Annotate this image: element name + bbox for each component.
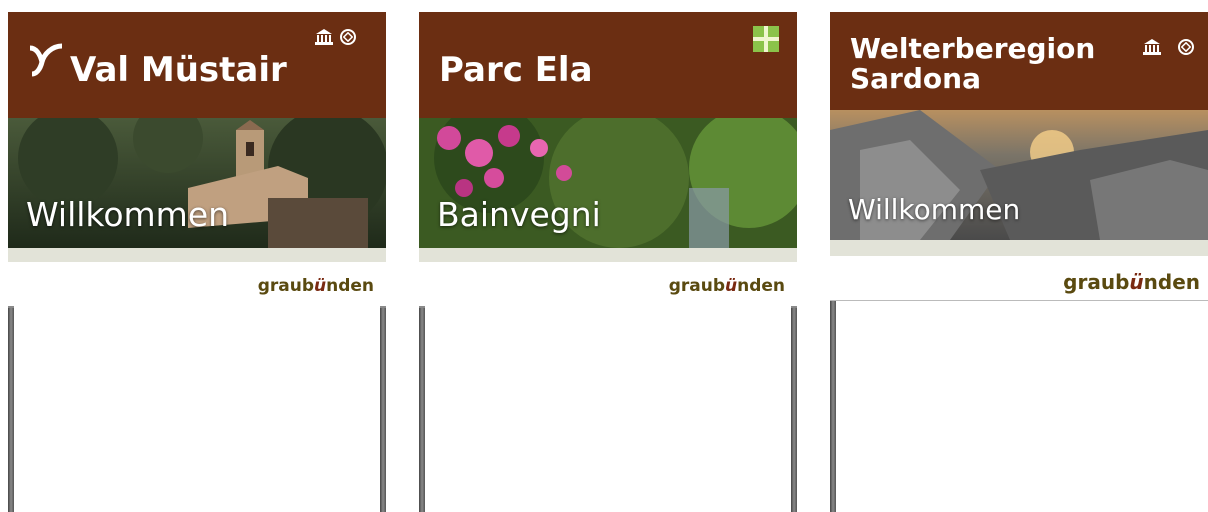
graubuenden-logo: graubünden <box>669 276 785 296</box>
brand-suffix: nden <box>1143 270 1200 294</box>
sign-header: Welterberegion Sardona <box>830 12 1208 110</box>
brand-prefix: graub <box>1063 270 1130 294</box>
sign-band <box>8 248 386 262</box>
unesco-icon <box>1143 39 1161 55</box>
unesco-icon <box>315 29 333 45</box>
welcome-text: Willkommen <box>848 193 1021 226</box>
sign-val-muestair: Val Müstair Willkommen graubünden <box>8 0 386 512</box>
brand-row: graubünden <box>419 262 797 308</box>
world-heritage-icon <box>340 29 356 45</box>
graubuenden-logo: graubünden <box>1063 270 1200 294</box>
brand-mark: ü <box>313 276 327 296</box>
hero-image-church: Willkommen <box>8 118 386 248</box>
sign-sardona: Welterberegion Sardona Willkommen graubü… <box>830 0 1208 512</box>
graubuenden-logo: graubünden <box>258 276 374 296</box>
sign-band <box>419 248 797 262</box>
sign-lower-panel <box>14 306 380 512</box>
brand-row: graubünden <box>8 262 386 308</box>
sign-title: Welterberegion Sardona <box>850 32 1096 95</box>
sign-parc-ela: Parc Ela Bainvegni graubünden <box>419 0 797 512</box>
brand-prefix: graub <box>257 276 314 296</box>
sign-title: Parc Ela <box>439 50 593 90</box>
sign-lower-panel <box>836 306 1208 512</box>
brand-suffix: nden <box>326 276 374 296</box>
brand-mark: ü <box>1129 270 1144 294</box>
sign-post-right <box>791 300 797 512</box>
sign-title: Val Müstair <box>70 50 287 90</box>
world-heritage-icon <box>1178 39 1194 55</box>
sign-header: Val Müstair <box>8 12 386 118</box>
welcome-text: Willkommen <box>26 195 230 234</box>
hero-image-mountains: Willkommen <box>830 110 1208 240</box>
sign-header: Parc Ela <box>419 12 797 118</box>
brand-suffix: nden <box>737 276 785 296</box>
valley-logo-icon <box>29 43 63 77</box>
sign-post-right <box>380 300 386 512</box>
welcome-text: Bainvegni <box>437 195 601 234</box>
hero-image-flowers: Bainvegni <box>419 118 797 248</box>
park-label-icon <box>753 26 779 52</box>
brand-row: graubünden <box>830 256 1208 301</box>
brand-prefix: graub <box>668 276 725 296</box>
sign-lower-panel <box>425 306 791 512</box>
brand-mark: ü <box>724 276 738 296</box>
sign-band <box>830 240 1208 256</box>
